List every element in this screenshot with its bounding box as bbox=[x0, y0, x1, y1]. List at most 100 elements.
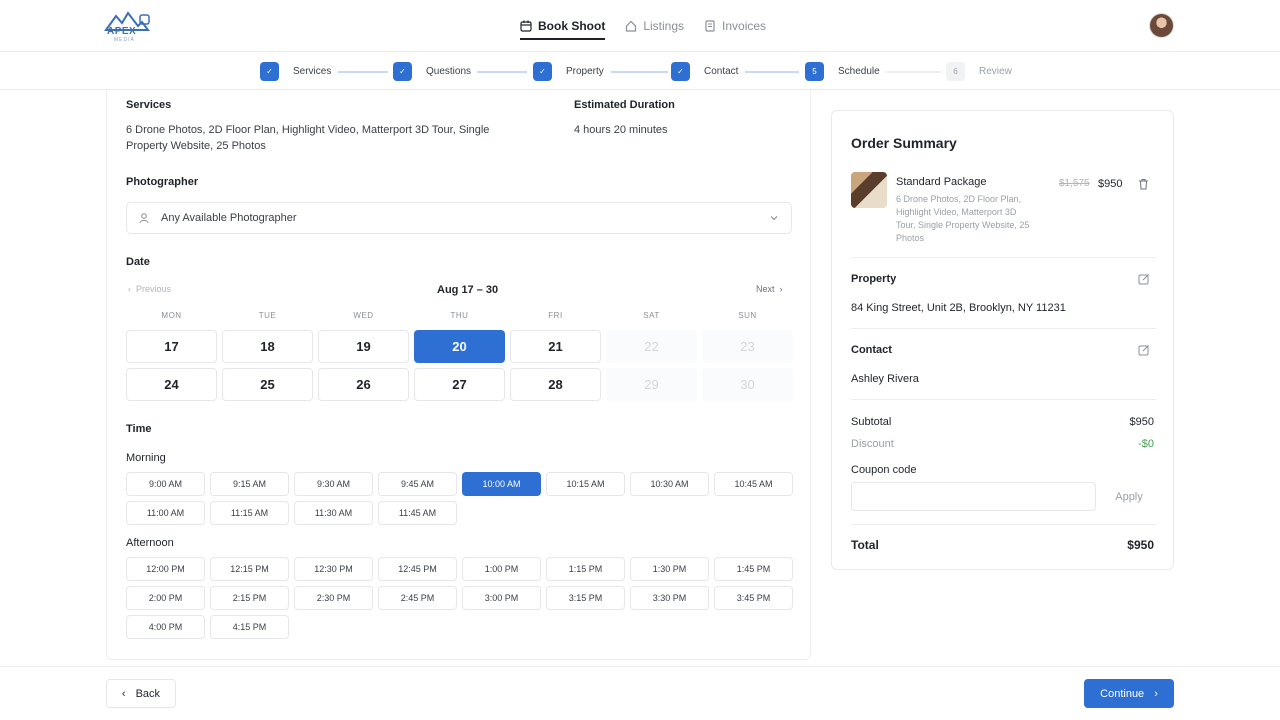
time-slot[interactable]: 11:45 AM bbox=[378, 501, 457, 525]
users-icon bbox=[139, 213, 149, 224]
time-slot-selected[interactable]: 10:00 AM bbox=[462, 472, 541, 496]
duration-heading: Estimated Duration bbox=[574, 99, 675, 111]
calendar-day: 30 bbox=[702, 368, 793, 401]
step-review[interactable]: 6 Review bbox=[946, 62, 1012, 81]
time-slot[interactable]: 12:30 PM bbox=[294, 557, 373, 581]
time-slot[interactable]: 3:00 PM bbox=[462, 586, 541, 610]
time-slot[interactable]: 9:00 AM bbox=[126, 472, 205, 496]
calendar-day: 23 bbox=[702, 330, 793, 363]
weekday-label: TUE bbox=[258, 311, 277, 320]
next-week-button[interactable]: Next › bbox=[756, 284, 783, 294]
calendar-day[interactable]: 28 bbox=[510, 368, 601, 401]
services-text-line2: Property Website, 25 Photos bbox=[126, 140, 266, 152]
package-description-line: Highlight Video, Matterport 3D bbox=[896, 207, 1017, 217]
trash-icon[interactable] bbox=[1138, 178, 1149, 190]
calendar-day: 29 bbox=[606, 368, 697, 401]
time-slot[interactable]: 2:00 PM bbox=[126, 586, 205, 610]
coupon-input[interactable] bbox=[851, 482, 1096, 511]
user-avatar[interactable] bbox=[1149, 13, 1174, 38]
calendar-day[interactable]: 27 bbox=[414, 368, 505, 401]
step-label: Services bbox=[293, 66, 332, 77]
step-services[interactable]: ✓ Services bbox=[260, 62, 331, 81]
step-label: Contact bbox=[704, 66, 739, 77]
back-button[interactable]: ‹ Back bbox=[106, 679, 176, 708]
time-slot[interactable]: 10:45 AM bbox=[714, 472, 793, 496]
order-summary-title: Order Summary bbox=[851, 135, 957, 151]
time-slot[interactable]: 1:15 PM bbox=[546, 557, 625, 581]
step-label: Questions bbox=[426, 66, 472, 77]
contact-heading: Contact bbox=[851, 344, 892, 356]
time-slot[interactable]: 3:30 PM bbox=[630, 586, 709, 610]
apply-coupon-button[interactable]: Apply bbox=[1102, 482, 1156, 511]
calendar-day[interactable]: 24 bbox=[126, 368, 217, 401]
time-slot[interactable]: 4:00 PM bbox=[126, 615, 205, 639]
time-slot[interactable]: 11:15 AM bbox=[210, 501, 289, 525]
time-slot[interactable]: 1:45 PM bbox=[714, 557, 793, 581]
package-price: $950 bbox=[1098, 178, 1123, 190]
photographer-select[interactable]: Any Available Photographer bbox=[126, 202, 792, 234]
previous-week-button[interactable]: ‹ Previous bbox=[128, 284, 171, 294]
property-address: 84 King Street, Unit 2B, Brooklyn, NY 11… bbox=[851, 302, 1066, 314]
time-slot[interactable]: 11:30 AM bbox=[294, 501, 373, 525]
step-contact[interactable]: ✓ Contact bbox=[671, 62, 738, 81]
calendar-icon bbox=[520, 20, 532, 32]
time-slot[interactable]: 12:00 PM bbox=[126, 557, 205, 581]
time-slot[interactable]: 11:00 AM bbox=[126, 501, 205, 525]
time-slot[interactable]: 9:45 AM bbox=[378, 472, 457, 496]
time-slot[interactable]: 3:15 PM bbox=[546, 586, 625, 610]
main-nav: Book Shoot Listings Invoices bbox=[520, 0, 766, 52]
time-slot[interactable]: 9:15 AM bbox=[210, 472, 289, 496]
step-property[interactable]: ✓ Property bbox=[533, 62, 604, 81]
edit-icon[interactable] bbox=[1138, 273, 1150, 285]
check-icon: ✓ bbox=[260, 62, 279, 81]
afternoon-label: Afternoon bbox=[126, 537, 174, 549]
weekday-label: FRI bbox=[548, 311, 563, 320]
step-questions[interactable]: ✓ Questions bbox=[393, 62, 471, 81]
step-label: Review bbox=[979, 66, 1012, 77]
nav-book-shoot[interactable]: Book Shoot bbox=[520, 0, 606, 52]
time-slot[interactable]: 4:15 PM bbox=[210, 615, 289, 639]
time-slot[interactable]: 9:30 AM bbox=[294, 472, 373, 496]
package-description-line: Tour, Single Property Website, 25 bbox=[896, 220, 1030, 230]
continue-button[interactable]: Continue › bbox=[1084, 679, 1174, 708]
duration-value: 4 hours 20 minutes bbox=[574, 124, 668, 136]
time-heading: Time bbox=[126, 423, 152, 435]
photographer-heading: Photographer bbox=[126, 176, 199, 188]
step-connector bbox=[477, 71, 527, 73]
time-slot[interactable]: 1:00 PM bbox=[462, 557, 541, 581]
calendar-day[interactable]: 17 bbox=[126, 330, 217, 363]
property-heading: Property bbox=[851, 273, 897, 285]
next-label: Next bbox=[756, 284, 775, 294]
time-slot[interactable]: 2:15 PM bbox=[210, 586, 289, 610]
discount-label: Discount bbox=[851, 438, 894, 450]
chevron-down-icon bbox=[770, 216, 778, 221]
nav-invoices[interactable]: Invoices bbox=[704, 0, 766, 52]
package-name: Standard Package bbox=[896, 176, 987, 188]
time-slot[interactable]: 10:15 AM bbox=[546, 472, 625, 496]
time-slot[interactable]: 12:45 PM bbox=[378, 557, 457, 581]
calendar-day[interactable]: 19 bbox=[318, 330, 409, 363]
step-schedule[interactable]: 5 Schedule bbox=[805, 62, 880, 81]
step-connector bbox=[745, 71, 799, 73]
calendar-day: 22 bbox=[606, 330, 697, 363]
original-price: $1,575 bbox=[1059, 178, 1090, 189]
calendar-day[interactable]: 26 bbox=[318, 368, 409, 401]
divider bbox=[851, 257, 1156, 258]
time-slot[interactable]: 10:30 AM bbox=[630, 472, 709, 496]
weekday-label: SUN bbox=[738, 311, 757, 320]
nav-listings[interactable]: Listings bbox=[625, 0, 684, 52]
calendar-day[interactable]: 21 bbox=[510, 330, 601, 363]
edit-icon[interactable] bbox=[1138, 344, 1150, 356]
step-number: 5 bbox=[805, 62, 824, 81]
time-slot[interactable]: 2:30 PM bbox=[294, 586, 373, 610]
time-slot[interactable]: 2:45 PM bbox=[378, 586, 457, 610]
time-slot[interactable]: 1:30 PM bbox=[630, 557, 709, 581]
discount-value: -$0 bbox=[1138, 438, 1154, 450]
calendar-day[interactable]: 25 bbox=[222, 368, 313, 401]
calendar-day-selected[interactable]: 20 bbox=[414, 330, 505, 363]
time-slot[interactable]: 12:15 PM bbox=[210, 557, 289, 581]
calendar-day[interactable]: 18 bbox=[222, 330, 313, 363]
divider bbox=[851, 524, 1156, 525]
time-slot[interactable]: 3:45 PM bbox=[714, 586, 793, 610]
brand-subtitle: MEDIA bbox=[114, 37, 135, 43]
